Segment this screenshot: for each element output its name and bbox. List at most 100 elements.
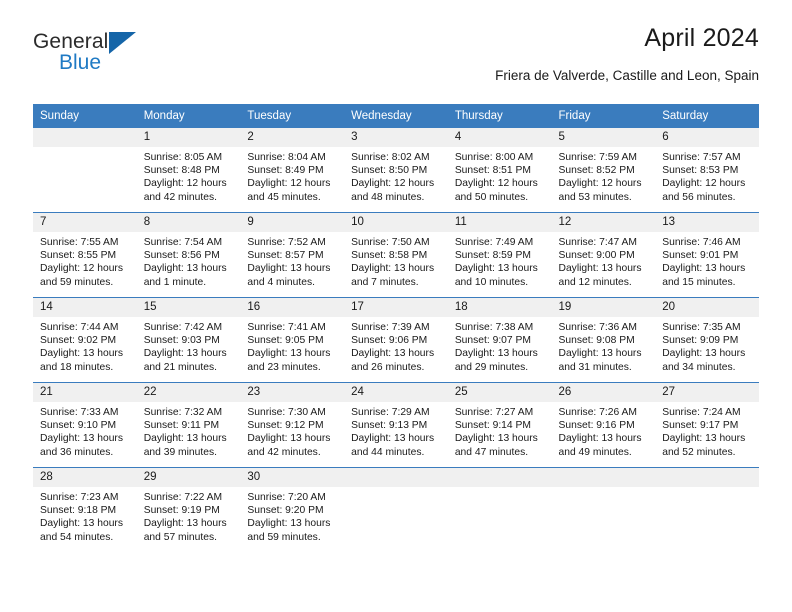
calendar-day-cell[interactable]: 12 Sunrise: 7:47 AM Sunset: 9:00 PM Dayligh… [551,213,656,297]
day-sunrise-text: Sunrise: 7:39 AM [351,322,430,333]
calendar-day-cell[interactable]: 2 Sunrise: 8:04 AM Sunset: 8:49 PM Daylight… [240,128,345,212]
calendar-day-cell[interactable]: 9 Sunrise: 7:52 AM Sunset: 8:57 PM Daylight… [240,213,345,297]
calendar-day-cell-empty [655,468,759,552]
day-details: Sunrise: 7:26 AM Sunset: 9:16 PM Daylight:… [552,402,656,459]
calendar-day-cell[interactable]: 17 Sunrise: 7:39 AM Sunset: 9:06 PM Dayligh… [344,298,448,382]
day-details: Sunrise: 7:46 AM Sunset: 9:01 PM Daylight:… [655,232,759,289]
logo-text-blue: Blue [59,51,102,74]
weekday-header-monday: Monday [136,104,241,128]
triangle-icon [109,32,136,54]
day-sunset-text: Sunset: 9:17 PM [662,420,739,432]
calendar-day-cell[interactable]: 16 Sunrise: 7:41 AM Sunset: 9:05 PM Dayligh… [240,298,345,382]
calendar-day-cell[interactable]: 14 Sunrise: 7:44 AM Sunset: 9:02 PM Dayligh… [33,298,137,382]
calendar-day-cell[interactable]: 18 Sunrise: 7:38 AM Sunset: 9:07 PM Dayligh… [447,298,552,382]
day-number: 19 [551,298,656,317]
day-details: Sunrise: 8:05 AM Sunset: 8:48 PM Daylight:… [137,147,241,204]
calendar-day-cell[interactable]: 20 Sunrise: 7:35 AM Sunset: 9:09 PM Dayligh… [655,298,759,382]
general-blue-logo[interactable]: General Blue [33,30,213,80]
day-daylight1-text: Daylight: 12 hours [662,178,746,190]
day-number: 5 [551,128,656,147]
day-details: Sunrise: 7:59 AM Sunset: 8:52 PM Daylight:… [552,147,656,204]
day-sunset-text: Sunset: 9:10 PM [40,420,117,432]
calendar-day-cell[interactable]: 21 Sunrise: 7:33 AM Sunset: 9:10 PM Dayligh… [33,383,137,467]
calendar-day-cell[interactable]: 30 Sunrise: 7:20 AM Sunset: 9:20 PM Dayligh… [240,468,345,552]
day-sunset-text: Sunset: 8:49 PM [247,165,324,177]
calendar-day-cell[interactable]: 5 Sunrise: 7:59 AM Sunset: 8:52 PM Daylight… [551,128,656,212]
weekday-header-friday: Friday [551,104,656,128]
calendar-day-cell[interactable]: 29 Sunrise: 7:22 AM Sunset: 9:19 PM Dayligh… [136,468,241,552]
day-daylight1-text: Daylight: 13 hours [454,433,538,445]
day-daylight2-text: and 31 minutes. [558,361,632,373]
calendar-day-cell[interactable]: 1 Sunrise: 8:05 AM Sunset: 8:48 PM Daylight… [136,128,241,212]
day-sunset-text: Sunset: 9:03 PM [143,335,220,347]
day-daylight1-text: Daylight: 12 hours [143,178,227,190]
day-number: 27 [655,383,759,402]
day-daylight2-text: and 23 minutes. [247,361,321,373]
calendar-day-cell[interactable]: 27 Sunrise: 7:24 AM Sunset: 9:17 PM Dayligh… [655,383,759,467]
day-number: 4 [447,128,552,147]
day-sunset-text: Sunset: 9:14 PM [454,420,531,432]
calendar-day-cell[interactable]: 22 Sunrise: 7:32 AM Sunset: 9:11 PM Dayligh… [136,383,241,467]
page-title: April 2024 [644,24,759,52]
day-daylight1-text: Daylight: 13 hours [662,263,746,275]
calendar-day-cell[interactable]: 23 Sunrise: 7:30 AM Sunset: 9:12 PM Dayligh… [240,383,345,467]
day-sunset-text: Sunset: 9:19 PM [143,505,220,517]
calendar-day-cell[interactable]: 13 Sunrise: 7:46 AM Sunset: 9:01 PM Dayligh… [655,213,759,297]
calendar-day-cell[interactable]: 6 Sunrise: 7:57 AM Sunset: 8:53 PM Daylight… [655,128,759,212]
day-sunset-text: Sunset: 9:09 PM [662,335,739,347]
calendar-day-cell[interactable]: 8 Sunrise: 7:54 AM Sunset: 8:56 PM Daylight… [136,213,241,297]
day-number: 8 [136,213,241,232]
calendar-day-cell[interactable]: 15 Sunrise: 7:42 AM Sunset: 9:03 PM Dayligh… [136,298,241,382]
calendar-day-cell[interactable]: 3 Sunrise: 8:02 AM Sunset: 8:50 PM Daylight… [344,128,448,212]
day-sunrise-text: Sunrise: 8:04 AM [247,152,326,163]
day-details [655,487,759,491]
calendar-day-cell[interactable]: 10 Sunrise: 7:50 AM Sunset: 8:58 PM Dayligh… [344,213,448,297]
day-number: 28 [33,468,137,487]
day-sunrise-text: Sunrise: 7:20 AM [247,492,326,503]
day-number: 10 [344,213,448,232]
calendar-day-cell[interactable]: 11 Sunrise: 7:49 AM Sunset: 8:59 PM Dayligh… [447,213,552,297]
day-number: 9 [240,213,345,232]
calendar-day-cell[interactable]: 28 Sunrise: 7:23 AM Sunset: 9:18 PM Dayligh… [33,468,137,552]
day-sunrise-text: Sunrise: 7:22 AM [143,492,223,503]
day-sunrise-text: Sunrise: 7:59 AM [558,152,637,163]
day-details: Sunrise: 7:47 AM Sunset: 9:00 PM Daylight:… [552,232,656,289]
day-sunset-text: Sunset: 9:20 PM [247,505,324,517]
day-sunrise-text: Sunrise: 7:49 AM [454,237,534,248]
day-daylight2-text: and 10 minutes. [454,276,529,288]
weekday-header-tuesday: Tuesday [240,104,345,128]
day-details: Sunrise: 8:02 AM Sunset: 8:50 PM Daylight:… [344,147,448,204]
day-daylight2-text: and 7 minutes. [351,276,419,288]
day-sunset-text: Sunset: 9:12 PM [247,420,324,432]
day-sunset-text: Sunset: 9:06 PM [351,335,428,347]
day-sunrise-text: Sunrise: 7:50 AM [351,237,430,248]
calendar-page: General Blue April 2024 Friera de Valver… [0,0,792,612]
calendar-day-cell[interactable]: 26 Sunrise: 7:26 AM Sunset: 9:16 PM Dayligh… [551,383,656,467]
day-sunset-text: Sunset: 9:18 PM [40,505,117,517]
day-sunrise-text: Sunrise: 7:46 AM [662,237,741,248]
sunrise-sunset-calendar: Sunday Monday Tuesday Wednesday Thursday… [33,104,759,552]
day-details: Sunrise: 7:20 AM Sunset: 9:20 PM Daylight:… [240,487,344,544]
day-number [655,468,759,487]
day-number: 3 [344,128,448,147]
day-daylight2-text: and 39 minutes. [143,446,217,458]
day-daylight2-text: and 26 minutes. [351,361,425,373]
day-details: Sunrise: 7:36 AM Sunset: 9:08 PM Daylight:… [552,317,656,374]
day-details: Sunrise: 7:44 AM Sunset: 9:02 PM Daylight:… [33,317,137,374]
calendar-week-row: 14 Sunrise: 7:44 AM Sunset: 9:02 PM Dayligh… [33,297,759,383]
calendar-day-cell[interactable]: 7 Sunrise: 7:55 AM Sunset: 8:55 PM Daylight… [33,213,137,297]
day-sunrise-text: Sunrise: 8:02 AM [351,152,430,163]
calendar-day-cell[interactable]: 4 Sunrise: 8:00 AM Sunset: 8:51 PM Daylight… [447,128,552,212]
day-details: Sunrise: 8:00 AM Sunset: 8:51 PM Daylight:… [448,147,552,204]
day-daylight1-text: Daylight: 12 hours [40,263,123,275]
calendar-day-cell[interactable]: 25 Sunrise: 7:27 AM Sunset: 9:14 PM Dayligh… [447,383,552,467]
day-details: Sunrise: 7:55 AM Sunset: 8:55 PM Daylight:… [33,232,137,289]
calendar-day-cell[interactable]: 19 Sunrise: 7:36 AM Sunset: 9:08 PM Dayligh… [551,298,656,382]
day-details: Sunrise: 7:39 AM Sunset: 9:06 PM Daylight:… [344,317,448,374]
day-daylight1-text: Daylight: 13 hours [40,518,123,530]
day-daylight2-text: and 18 minutes. [40,361,114,373]
day-number [344,468,448,487]
weekday-header-saturday: Saturday [655,104,759,128]
calendar-day-cell[interactable]: 24 Sunrise: 7:29 AM Sunset: 9:13 PM Dayligh… [344,383,448,467]
day-sunset-text: Sunset: 8:58 PM [351,250,428,262]
